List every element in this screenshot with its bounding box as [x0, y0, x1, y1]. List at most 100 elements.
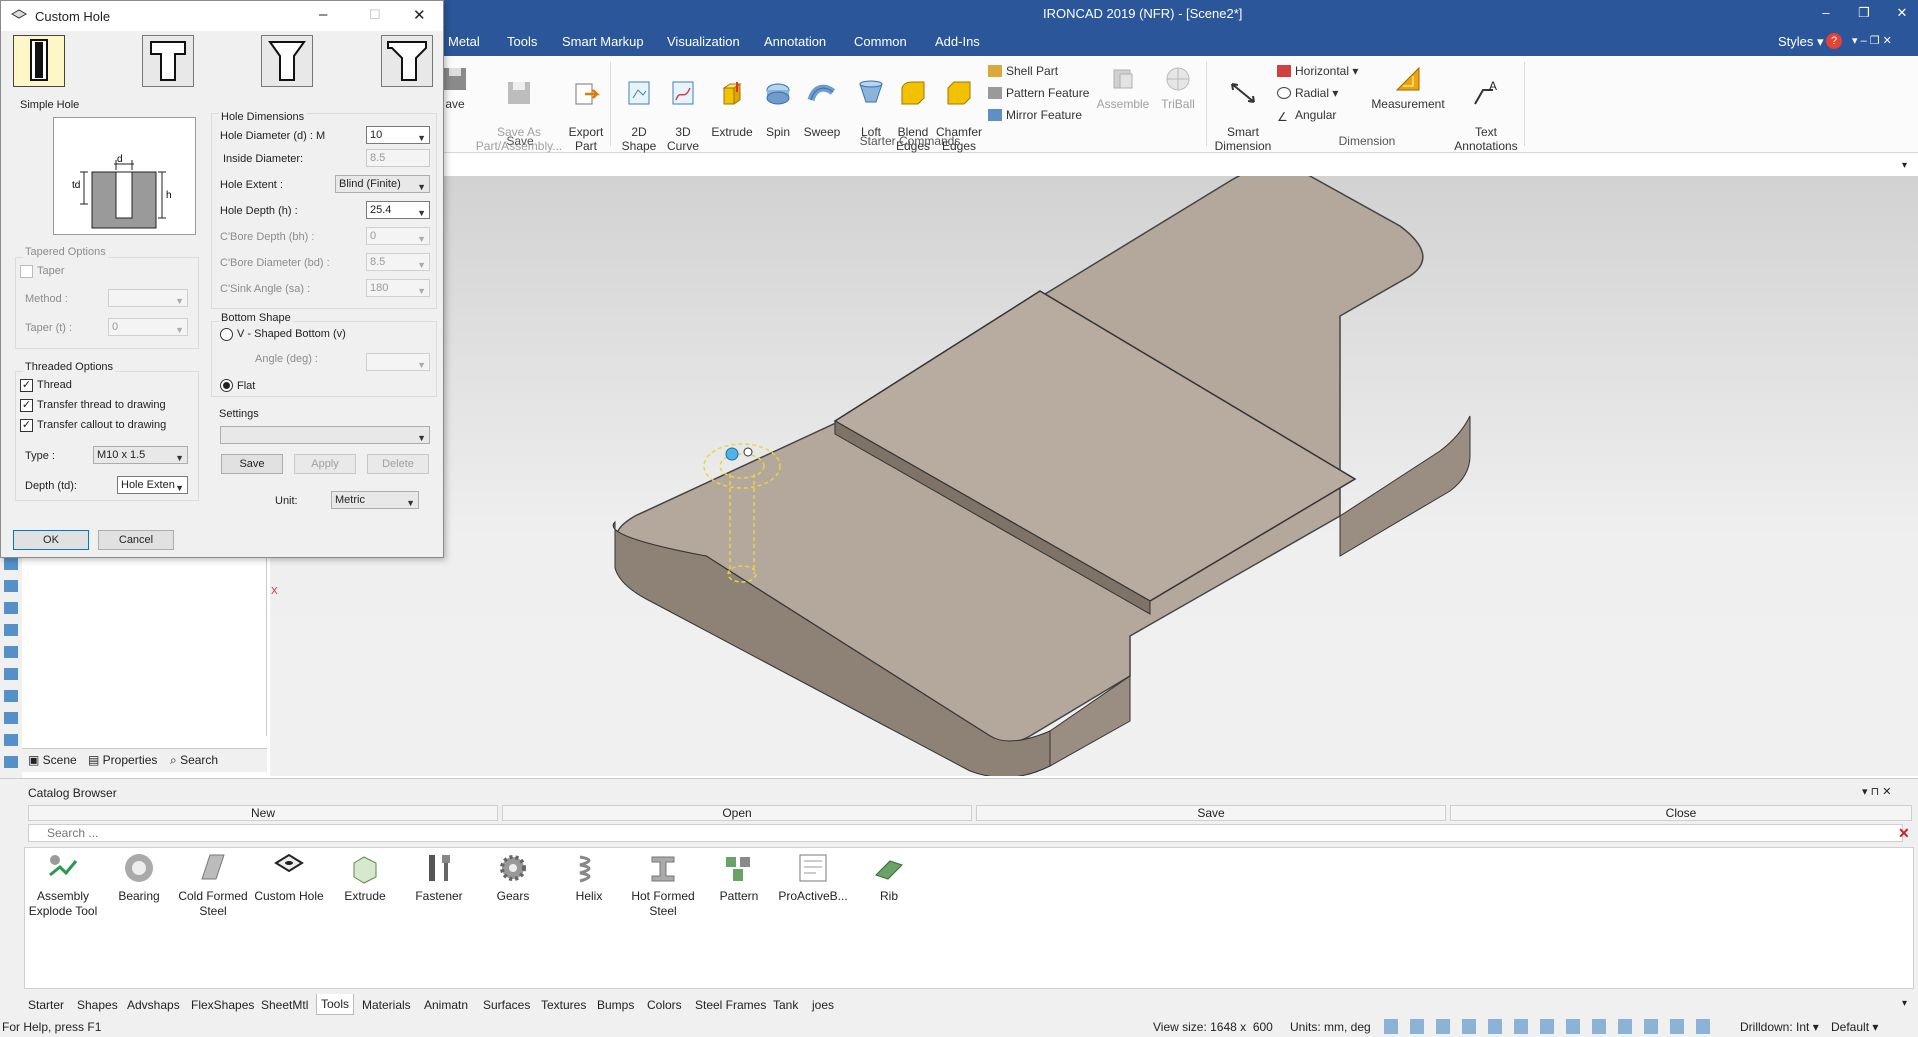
menu-tools[interactable]: Tools	[507, 34, 537, 49]
taper-t-select[interactable]: 0 ▼	[108, 318, 188, 336]
taper-checkbox[interactable]	[20, 265, 33, 278]
spin-button[interactable]: Spin	[760, 64, 796, 139]
settings-save-button[interactable]: Save	[221, 454, 283, 474]
hole-depth-select[interactable]: 25.4 ▼	[366, 201, 430, 219]
thread-depth-select[interactable]: Hole Exten ▼	[117, 476, 188, 494]
catalog-item-rib[interactable]: Rib	[851, 851, 927, 904]
save-button[interactable]: ave	[440, 64, 470, 111]
tab-search[interactable]: ⌕ Search	[170, 753, 218, 768]
catalog-search-input[interactable]	[28, 824, 1903, 842]
hole-type-cbore-csink-button[interactable]	[381, 35, 433, 87]
extrude-button[interactable]: Extrude	[709, 64, 755, 139]
thread-checkbox[interactable]: ✓	[20, 379, 33, 392]
mirror-feature-button[interactable]: Mirror Feature	[988, 106, 1082, 124]
catalog-item-gears[interactable]: Gears	[475, 851, 551, 904]
catalog-item-cold-formed-steel[interactable]: Cold Formed Steel	[175, 851, 251, 919]
catalog-tab-tank[interactable]: Tank	[773, 998, 798, 1012]
catalog-window-controls[interactable]: ▾ ⊓ ✕	[1862, 785, 1891, 798]
ribbon-collapse-icon[interactable]: ▾	[1902, 160, 1907, 171]
hole-type-countersink-button[interactable]	[261, 35, 313, 87]
catalog-open-button[interactable]: Open	[502, 805, 972, 821]
catalog-tab-shapes[interactable]: Shapes	[77, 998, 118, 1012]
menu-smart-markup[interactable]: Smart Markup	[562, 34, 644, 49]
menu-common[interactable]: Common	[854, 34, 907, 49]
flat-radio[interactable]	[220, 379, 233, 392]
catalog-item-bearing[interactable]: Bearing	[101, 851, 177, 904]
catalog-tab-materials[interactable]: Materials	[362, 998, 411, 1012]
inside-diameter-field[interactable]: 8.5	[366, 149, 430, 167]
catalog-item-assembly-explode[interactable]: Assembly Explode Tool	[25, 851, 101, 919]
cbore-depth-select[interactable]: 0 ▼	[366, 227, 430, 245]
catalog-tab-colors[interactable]: Colors	[647, 998, 682, 1012]
catalog-item-custom-hole[interactable]: Custom Hole	[251, 851, 327, 904]
catalog-item-hot-formed-steel[interactable]: Hot Formed Steel	[625, 851, 701, 919]
hole-type-counterbore-button[interactable]	[142, 35, 194, 87]
pattern-feature-button[interactable]: Pattern Feature	[988, 84, 1089, 102]
catalog-item-pattern[interactable]: Pattern	[701, 851, 777, 904]
hole-diameter-select[interactable]: 10 ▼	[366, 126, 430, 144]
help-icon[interactable]: ?	[1826, 33, 1842, 49]
part-model[interactable]: Z X Y	[270, 176, 1918, 776]
close-icon[interactable]: ✕	[1890, 3, 1914, 23]
catalog-item-proactive[interactable]: ProActiveB...	[775, 851, 851, 904]
restore-icon[interactable]: ❐	[1852, 3, 1876, 23]
catalog-tab-starter[interactable]: Starter	[28, 998, 64, 1012]
shell-part-button[interactable]: Shell Part	[988, 62, 1058, 80]
dialog-title-bar[interactable]: Custom Hole – ☐ ✕	[1, 1, 443, 31]
catalog-tab-steel-frames[interactable]: Steel Frames	[695, 998, 766, 1012]
triball-button[interactable]: TriBall	[1156, 64, 1200, 111]
csink-angle-select[interactable]: 180 ▼	[366, 279, 430, 297]
catalog-new-button[interactable]: New	[28, 805, 498, 821]
measurement-button[interactable]: Measurement	[1368, 64, 1448, 111]
catalog-tab-bumps[interactable]: Bumps	[597, 998, 634, 1012]
cbore-diameter-select[interactable]: 8.5 ▼	[366, 253, 430, 271]
catalog-tab-joes[interactable]: joes	[812, 998, 834, 1012]
unit-select[interactable]: Metric ▼	[331, 491, 419, 509]
transfer-thread-checkbox[interactable]: ✓	[20, 399, 33, 412]
hole-extent-select[interactable]: Blind (Finite) ▼	[335, 175, 430, 193]
catalog-tab-tools[interactable]: Tools	[316, 994, 355, 1015]
loft-button[interactable]: Loft	[854, 64, 888, 139]
catalog-item-extrude[interactable]: Extrude	[327, 851, 403, 904]
transfer-callout-checkbox[interactable]: ✓	[20, 419, 33, 432]
default-select[interactable]: Default ▾	[1831, 1020, 1878, 1034]
catalog-tab-sheetmtl[interactable]: SheetMtl	[261, 998, 308, 1012]
thread-type-select[interactable]: M10 x 1.5 ▼	[93, 446, 188, 464]
horizontal-dimension-button[interactable]: Horizontal ▾	[1277, 62, 1358, 80]
catalog-tab-animatn[interactable]: Animatn	[424, 998, 468, 1012]
styles-menu[interactable]: Styles ▾	[1778, 34, 1824, 50]
minimize-icon[interactable]: –	[1814, 3, 1838, 23]
scene-tree-panel[interactable]	[22, 540, 267, 736]
angular-dimension-button[interactable]: ∠ Angular	[1277, 106, 1336, 124]
menu-add-ins[interactable]: Add-Ins	[935, 34, 980, 49]
angle-select[interactable]: ▼	[366, 353, 430, 371]
menu-metal[interactable]: Metal	[448, 34, 480, 49]
cancel-button[interactable]: Cancel	[98, 530, 174, 550]
ribbon-options-icon[interactable]: ▾ – ❐ ✕	[1852, 34, 1892, 47]
catalog-item-fastener[interactable]: Fastener	[401, 851, 477, 904]
settings-apply-button[interactable]: Apply	[294, 454, 356, 474]
catalog-tab-surfaces[interactable]: Surfaces	[483, 998, 530, 1012]
view-tool-icons[interactable]	[1384, 1019, 1714, 1034]
radial-dimension-button[interactable]: Radial ▾	[1277, 84, 1338, 102]
catalog-tab-advshaps[interactable]: Advshaps	[127, 998, 180, 1012]
tab-scene[interactable]: ▣ Scene	[28, 753, 77, 767]
sweep-button[interactable]: Sweep	[802, 64, 842, 139]
hole-type-simple-button[interactable]	[13, 35, 65, 87]
ok-button[interactable]: OK	[13, 530, 89, 550]
close-icon[interactable]: ✕	[413, 6, 426, 24]
method-select[interactable]: ▼	[108, 289, 188, 307]
catalog-save-button[interactable]: Save	[976, 805, 1446, 821]
assemble-button[interactable]: Assemble	[1096, 64, 1150, 111]
settings-select[interactable]: ▼	[220, 426, 430, 444]
menu-annotation[interactable]: Annotation	[764, 34, 826, 49]
menu-visualization[interactable]: Visualization	[667, 34, 740, 49]
catalog-item-helix[interactable]: Helix	[551, 851, 627, 904]
tab-properties[interactable]: ▤ Properties	[88, 753, 157, 767]
drilldown-select[interactable]: Drilldown: Int ▾	[1740, 1020, 1819, 1034]
catalog-close-button[interactable]: Close	[1450, 805, 1912, 821]
catalog-tab-textures[interactable]: Textures	[541, 998, 586, 1012]
clear-search-icon[interactable]: ✕	[1898, 825, 1910, 842]
3d-viewport[interactable]: Z X Y	[270, 176, 1918, 776]
catalog-tab-flexshapes[interactable]: FlexShapes	[191, 998, 254, 1012]
